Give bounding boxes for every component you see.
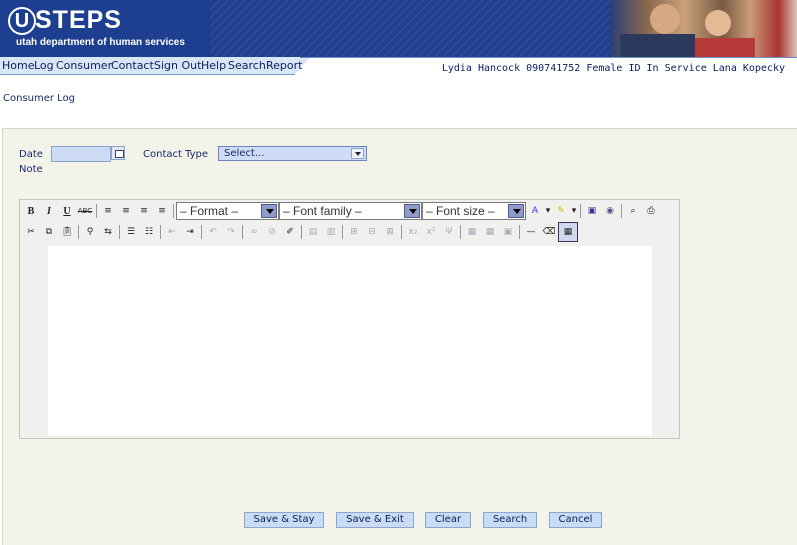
chevron-down-icon[interactable]	[404, 204, 420, 218]
logo-text: STEPS	[35, 6, 122, 34]
link-icon[interactable]: ∞	[245, 223, 263, 241]
search-button[interactable]: Search	[483, 512, 537, 528]
note-label: Note	[19, 164, 43, 175]
superscript-icon[interactable]: x²	[422, 223, 440, 241]
nav-log[interactable]: Log	[34, 59, 54, 72]
table-row-icon[interactable]: ▤	[304, 223, 322, 241]
editor-content-area[interactable]	[48, 246, 652, 436]
highlight-dropdown-icon[interactable]: ▾	[570, 202, 578, 220]
align-center-icon[interactable]: ≡	[117, 202, 135, 220]
insert-date-icon[interactable]: ▣	[583, 202, 601, 220]
insert-time-icon[interactable]: ◉	[601, 202, 619, 220]
nav-search[interactable]: Search	[228, 59, 266, 72]
chevron-down-icon[interactable]	[261, 204, 277, 218]
horizontal-rule-icon[interactable]: —	[522, 223, 540, 241]
unlink-icon[interactable]: ⊘	[263, 223, 281, 241]
visual-aid-icon[interactable]: ▦	[558, 222, 578, 242]
date-field[interactable]	[51, 146, 111, 162]
underline-icon[interactable]: U	[58, 202, 76, 220]
nav-home[interactable]: Home	[2, 59, 34, 72]
editor-toolbar-row-1: B I U ABC ≡ ≡ ≡ ≡ – Format – – Font fami…	[22, 201, 660, 221]
redo-icon[interactable]: ↷	[222, 223, 240, 241]
contact-type-select[interactable]: Select...	[218, 146, 367, 161]
nav-help[interactable]: Help	[201, 59, 226, 72]
paste-icon[interactable]: 📋︎	[58, 223, 76, 241]
strikethrough-icon[interactable]: ABC	[76, 202, 94, 220]
text-color-dropdown-icon[interactable]: ▾	[544, 202, 552, 220]
font-size-select[interactable]: – Font size –	[422, 202, 526, 220]
insert-row-icon[interactable]: ⊞	[345, 223, 363, 241]
calendar-icon[interactable]	[111, 146, 125, 160]
page-title: Consumer Log	[3, 93, 76, 104]
bullet-list-icon[interactable]: ☰	[122, 223, 140, 241]
preview-icon[interactable]: ⌕	[624, 202, 642, 220]
replace-icon[interactable]: ⇆	[99, 223, 117, 241]
format-select-value: – Format –	[180, 204, 239, 218]
edit-source-icon[interactable]: ✐	[281, 223, 299, 241]
contact-type-value: Select...	[224, 148, 265, 159]
banner-pattern	[210, 0, 630, 57]
align-right-icon[interactable]: ≡	[135, 202, 153, 220]
font-size-value: – Font size –	[426, 204, 495, 218]
indent-icon[interactable]: ⇥	[181, 223, 199, 241]
chevron-down-icon[interactable]	[508, 204, 524, 218]
align-left-icon[interactable]: ≡	[99, 202, 117, 220]
consumer-info: Lydia Hancock 090741752 Female ID In Ser…	[441, 63, 785, 74]
cell-props-icon[interactable]: ▣	[499, 223, 517, 241]
editor-toolbar-row-2: ✂ ⧉ 📋︎ ⚲ ⇆ ☰ ☷ ⇤ ⇥ ↶ ↷ ∞ ⊘ ✐ ▤ ▥ ⊞ ⊟ ⊠ x…	[22, 222, 578, 242]
save-exit-button[interactable]: Save & Exit	[336, 512, 414, 528]
table-icon[interactable]: ▦	[463, 223, 481, 241]
find-icon[interactable]: ⚲	[81, 223, 99, 241]
nav-consumer[interactable]: Consumer	[56, 59, 112, 72]
contact-type-label: Contact Type	[143, 149, 209, 160]
cut-icon[interactable]: ✂	[22, 223, 40, 241]
eraser-icon[interactable]: ⌫	[540, 223, 558, 241]
italic-icon[interactable]: I	[40, 202, 58, 220]
delete-row-icon[interactable]: ⊟	[363, 223, 381, 241]
date-label: Date	[19, 149, 43, 160]
special-char-icon[interactable]: Ψ	[440, 223, 458, 241]
banner-photo	[610, 0, 797, 57]
outdent-icon[interactable]: ⇤	[163, 223, 181, 241]
save-stay-button[interactable]: Save & Stay	[244, 512, 324, 528]
print-icon[interactable]: ⎙	[642, 202, 660, 220]
align-justify-icon[interactable]: ≡	[153, 202, 171, 220]
numbered-list-icon[interactable]: ☷	[140, 223, 158, 241]
logo-subtitle: utah department of human services	[16, 37, 185, 48]
cancel-button[interactable]: Cancel	[549, 512, 602, 528]
subscript-icon[interactable]: x₂	[404, 223, 422, 241]
undo-icon[interactable]: ↶	[204, 223, 222, 241]
chevron-down-icon[interactable]	[351, 148, 364, 159]
font-family-value: – Font family –	[283, 204, 362, 218]
header-banner: U STEPS utah department of human service…	[0, 0, 797, 57]
copy-icon[interactable]: ⧉	[40, 223, 58, 241]
nav-contact[interactable]: Contact	[111, 59, 154, 72]
font-family-select[interactable]: – Font family –	[279, 202, 422, 220]
bold-icon[interactable]: B	[22, 202, 40, 220]
clear-button[interactable]: Clear	[425, 512, 471, 528]
nav-sign-out[interactable]: Sign Out	[154, 59, 201, 72]
highlight-color-icon[interactable]: ✎	[552, 202, 570, 220]
nav-report[interactable]: Report	[266, 59, 302, 72]
table-props-icon[interactable]: ▦	[481, 223, 499, 241]
rich-text-editor: B I U ABC ≡ ≡ ≡ ≡ – Format – – Font fami…	[19, 199, 680, 439]
table-col-icon[interactable]: ▥	[322, 223, 340, 241]
text-color-icon[interactable]: A	[526, 202, 544, 220]
split-cell-icon[interactable]: ⊠	[381, 223, 399, 241]
logo-icon: U	[8, 7, 36, 35]
format-select[interactable]: – Format –	[176, 202, 279, 220]
